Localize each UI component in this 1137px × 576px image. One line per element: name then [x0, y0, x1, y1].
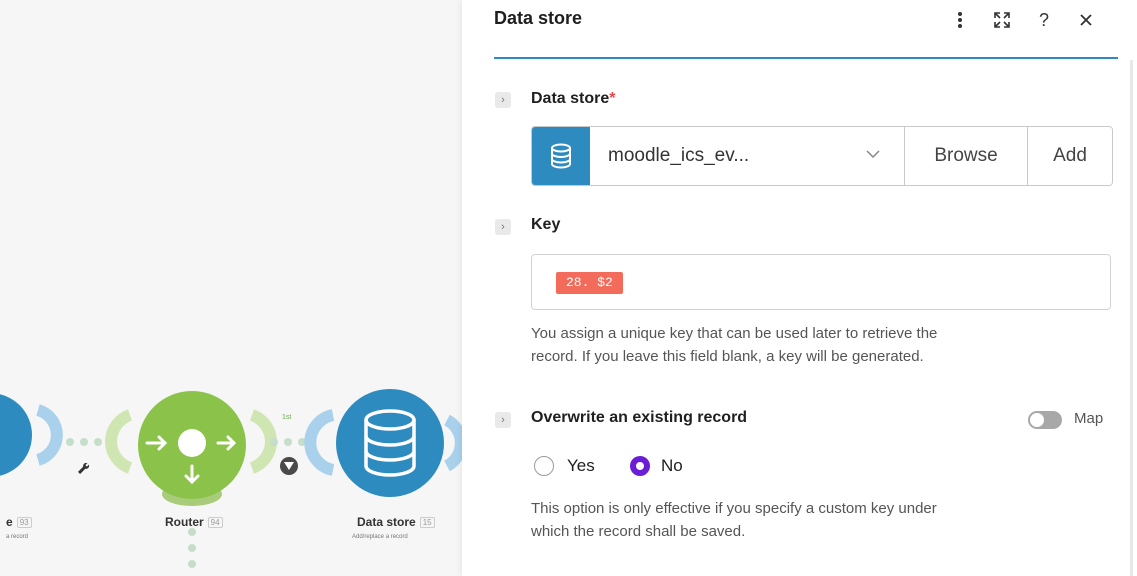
- connector-dot: [94, 438, 102, 446]
- chevron-right-icon[interactable]: ›: [495, 92, 511, 108]
- key-label: Key: [531, 216, 561, 233]
- datastore-right-arc: [443, 414, 462, 472]
- overwrite-help-text: This option is only effective if you spe…: [531, 500, 937, 540]
- module-id-badge: 15: [419, 517, 435, 529]
- connector-dot: [188, 528, 196, 536]
- chevron-right-icon[interactable]: ›: [495, 412, 511, 428]
- previous-module-node[interactable]: [0, 393, 32, 477]
- map-toggle[interactable]: [1028, 411, 1062, 429]
- database-icon: [532, 127, 590, 185]
- data-store-select[interactable]: moodle_ics_ev... Browse Add: [531, 126, 1113, 186]
- expand-icon[interactable]: [990, 6, 1014, 34]
- datastore-node[interactable]: [336, 389, 444, 497]
- wrench-icon[interactable]: [77, 462, 90, 475]
- data-store-value[interactable]: moodle_ics_ev...: [590, 127, 905, 185]
- router-center: [178, 429, 206, 457]
- scenario-graph: [0, 389, 462, 568]
- connector-dot: [270, 438, 278, 446]
- router-right-arc: [249, 409, 277, 474]
- connector-dot: [66, 438, 74, 446]
- router-label[interactable]: Router 94: [165, 515, 223, 529]
- required-mark: *: [609, 90, 616, 107]
- module-connector-arc: [35, 404, 63, 466]
- toggle-knob: [1030, 413, 1044, 427]
- browse-button[interactable]: Browse: [905, 127, 1028, 185]
- connector-dot: [80, 438, 88, 446]
- data-store-label: Data store*: [531, 90, 616, 107]
- map-label: Map: [1074, 410, 1104, 427]
- route-label: 1st: [282, 414, 292, 421]
- module-subtitle: Add/replace a record: [352, 534, 408, 540]
- key-help-text: You assign a unique key that can be used…: [531, 325, 938, 365]
- panel-title: Data store: [494, 8, 583, 28]
- router-left-arc: [105, 409, 133, 474]
- radio-yes-label[interactable]: Yes: [567, 456, 595, 476]
- chevron-down-icon[interactable]: [866, 147, 880, 161]
- overwrite-label: Overwrite an existing record: [531, 409, 748, 426]
- filter-icon[interactable]: [280, 457, 298, 475]
- module-subtitle: a record: [6, 534, 29, 540]
- connector-dot: [188, 544, 196, 552]
- panel-scrollbar[interactable]: [1130, 60, 1133, 576]
- connector-dot: [188, 560, 196, 568]
- radio-no-label[interactable]: No: [661, 456, 683, 476]
- module-label[interactable]: e 93: [6, 515, 32, 529]
- module-id-badge: 93: [16, 517, 32, 529]
- datastore-left-arc: [304, 409, 335, 476]
- help-icon[interactable]: ?: [1032, 6, 1056, 34]
- more-vertical-icon[interactable]: [948, 6, 972, 34]
- close-icon[interactable]: [1074, 6, 1098, 34]
- header-divider: [494, 57, 1118, 59]
- mapped-value-pill[interactable]: 28. $2: [556, 272, 623, 294]
- scenario-canvas[interactable]: 1st e 93 a record Router 94 Data store 15 A…: [0, 0, 462, 576]
- key-input[interactable]: 28. $2: [531, 254, 1111, 310]
- chevron-right-icon[interactable]: ›: [495, 219, 511, 235]
- datastore-label[interactable]: Data store 15: [357, 515, 435, 529]
- module-id-badge: 94: [207, 517, 223, 529]
- add-button[interactable]: Add: [1028, 127, 1112, 185]
- radio-yes[interactable]: [534, 456, 554, 476]
- module-settings-panel: Data store ? › Data store* moodle_ics_ev…: [462, 0, 1137, 576]
- connector-dot: [284, 438, 292, 446]
- radio-no[interactable]: [630, 456, 650, 476]
